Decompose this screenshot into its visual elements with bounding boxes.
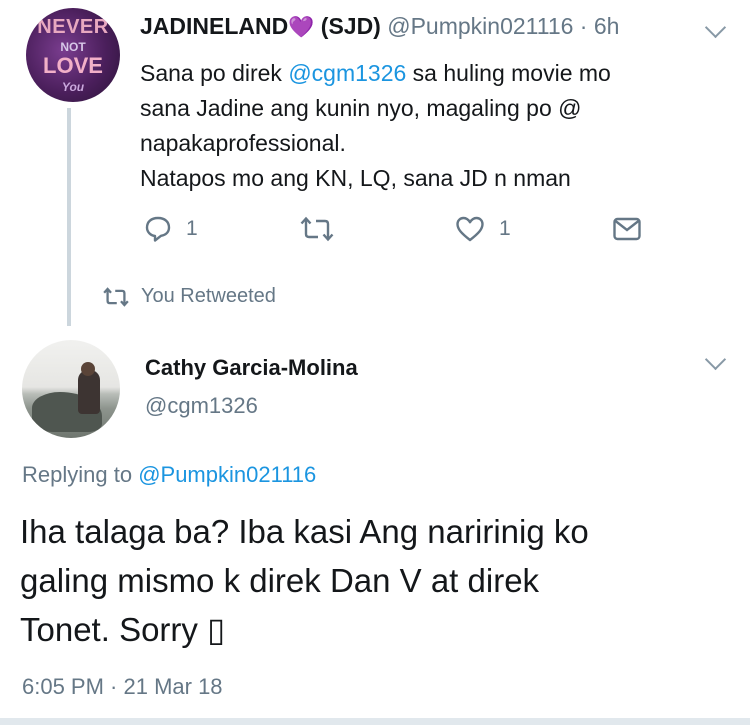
thread-connector-line [67, 108, 71, 326]
tweet2-line2: galing mismo k direk Dan V at direk [20, 562, 540, 599]
reply-icon [145, 216, 171, 242]
tweet1-time[interactable]: · 6h [580, 13, 620, 39]
tweet1-mention-link[interactable]: @cgm1326 [288, 60, 406, 86]
reply-button[interactable]: 1 [144, 212, 198, 246]
like-button[interactable]: 1 [455, 212, 511, 246]
retweeted-label: You Retweeted [141, 285, 276, 307]
tweet1-line1: Sana po direk @cgm1326 sa huling movie m… [140, 56, 730, 91]
tweet2-handle[interactable]: @cgm1326 [145, 393, 258, 419]
tweet1-chevron-down-icon[interactable] [704, 16, 727, 39]
reply-count: 1 [186, 217, 198, 240]
purple-heart-emoji: 💜 [288, 16, 315, 39]
tweet2-body: Iha talaga ba? Iba kasi Ang naririnig ko… [20, 507, 740, 654]
tweet1-line2: sana Jadine ang kunin nyo, magaling po @ [140, 95, 582, 121]
avatar-cathy-garcia-molina[interactable] [22, 340, 120, 438]
replying-to-label: Replying to [22, 462, 139, 487]
retweet-small-icon [103, 286, 129, 307]
envelope-icon [613, 217, 641, 241]
tweet1-line4: Natapos mo ang KN, LQ, sana JD n nman [140, 165, 571, 191]
replying-to: Replying to @Pumpkin021116 [22, 462, 316, 488]
avatar-text-never: NEVER [37, 16, 109, 38]
retweet-button[interactable] [300, 212, 334, 246]
tweet1-header: JADINELAND💜 (SJD) @Pumpkin021116 · 6h [140, 13, 619, 40]
avatar-person-shape [78, 370, 100, 414]
tweet2-display-name[interactable]: Cathy Garcia-Molina [145, 355, 358, 381]
tweet1-body: Sana po direk @cgm1326 sa huling movie m… [140, 56, 730, 196]
replying-to-handle-link[interactable]: @Pumpkin021116 [138, 462, 316, 487]
tweet2-line1: Iha talaga ba? Iba kasi Ang naririnig ko [20, 513, 589, 550]
retweet-icon [300, 216, 334, 242]
tweet2-line3: Tonet. Sorry ▯ [20, 611, 226, 648]
avatar-jadineland[interactable]: NEVER NOT LOVE You [26, 8, 120, 102]
avatar-text-love: LOVE [43, 53, 103, 78]
like-count: 1 [499, 217, 511, 240]
direct-message-button[interactable] [612, 212, 642, 246]
tweet1-handle[interactable]: @Pumpkin021116 [387, 13, 573, 39]
tweet1-name-suffix[interactable]: (SJD) [321, 13, 381, 39]
retweeted-status: You Retweeted [103, 285, 276, 308]
tweet2-timestamp[interactable]: 6:05 PM · 21 Mar 18 [22, 674, 223, 700]
bottom-divider [0, 718, 750, 725]
tweet1-display-name[interactable]: JADINELAND [140, 13, 288, 39]
avatar-head-shape [81, 362, 95, 376]
tweet1-line3: napakaprofessional. [140, 130, 346, 156]
avatar-text-you: You [61, 80, 85, 94]
heart-icon [456, 216, 484, 242]
avatar-text-not: NOT [60, 40, 86, 54]
tweet1-line1-text-end: sa huling movie mo [406, 60, 611, 86]
tweet2-chevron-down-icon[interactable] [704, 348, 727, 371]
tweet1-line1-text: Sana po direk [140, 60, 289, 86]
